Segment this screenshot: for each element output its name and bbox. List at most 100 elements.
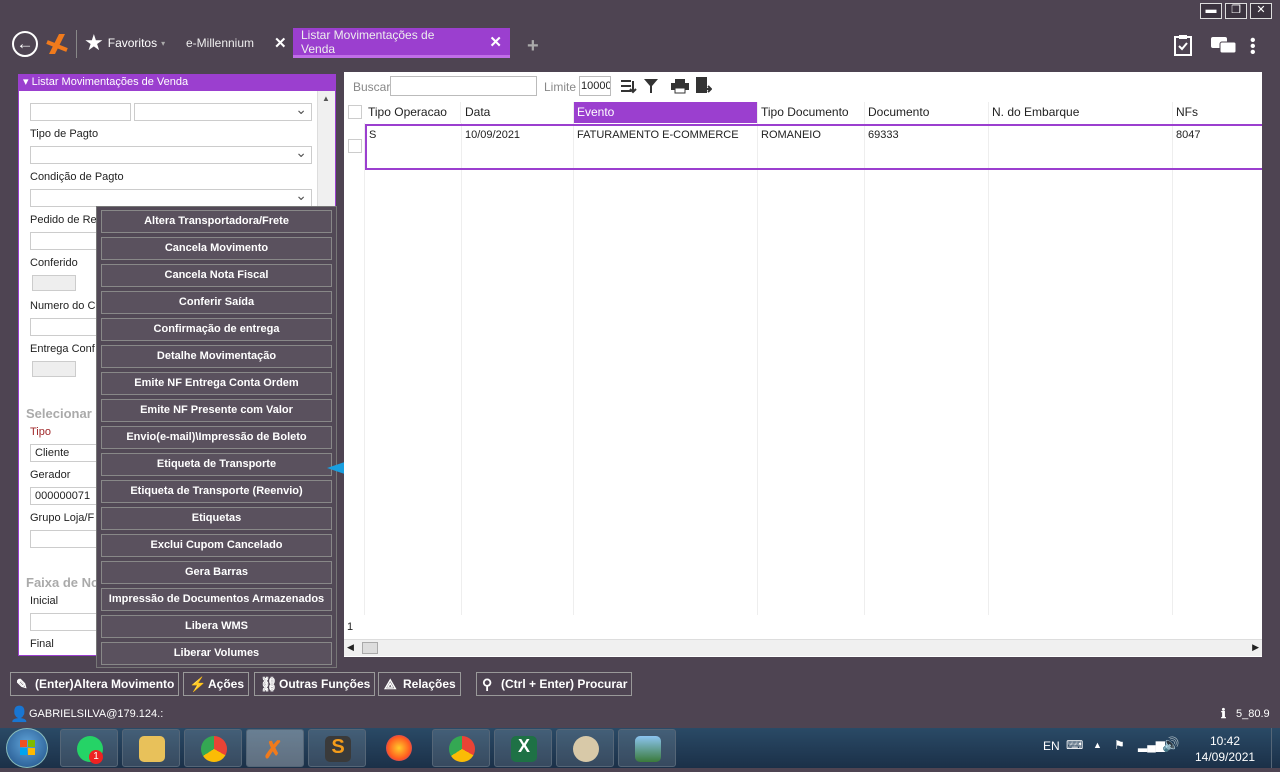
tipo-pagto-select[interactable]	[30, 144, 312, 164]
taskbar-firefox[interactable]	[370, 729, 428, 767]
scroll-left-icon[interactable]: ◀	[347, 642, 354, 653]
firefox-icon	[386, 735, 412, 761]
clipboard-check-icon[interactable]	[1173, 33, 1193, 62]
close-tab-icon[interactable]: ✕	[274, 34, 287, 52]
menu-item[interactable]: Cancela Movimento	[101, 237, 332, 260]
limit-label: Limite	[544, 80, 577, 94]
relations-icon: ⟁	[384, 676, 397, 692]
acoes-button[interactable]: ⚡ Ações	[183, 672, 250, 696]
taskbar-explorer[interactable]	[122, 729, 180, 767]
select-all-checkbox[interactable]	[348, 105, 362, 119]
taskbar-chrome[interactable]	[184, 729, 242, 767]
menu-item[interactable]: Libera WMS	[101, 615, 332, 638]
actions-menu: Altera Transportadora/Frete Cancela Movim…	[96, 206, 337, 668]
taskbar-photos[interactable]	[618, 729, 676, 767]
favorites-label: Favoritos	[107, 36, 158, 50]
menu-item[interactable]: Emite NF Presente com Valor	[101, 399, 332, 422]
search-icon: ⚲	[482, 676, 493, 692]
menu-item[interactable]: Confirmação de entrega	[101, 318, 332, 341]
taskbar-paint[interactable]	[556, 729, 614, 767]
sort-icon[interactable]	[621, 78, 637, 94]
col-evento[interactable]: Evento	[574, 102, 758, 123]
excel-icon: X	[511, 736, 537, 762]
menu-item[interactable]: Etiquetas	[101, 507, 332, 530]
add-tab-icon[interactable]: +	[527, 35, 539, 58]
col-n-embarque[interactable]: N. do Embarque	[989, 102, 1173, 123]
language-indicator[interactable]: EN	[1043, 739, 1060, 753]
scroll-up-icon[interactable]: ▲	[322, 94, 330, 103]
search-input[interactable]	[390, 76, 537, 96]
row-checkbox[interactable]	[348, 139, 362, 153]
menu-item[interactable]: Impressão de Documentos Armazenados	[101, 588, 332, 611]
more-icon[interactable]: • • •	[1250, 33, 1256, 61]
menu-item[interactable]: Cancela Nota Fiscal	[101, 264, 332, 287]
menu-item[interactable]: Emite NF Entrega Conta Ordem	[101, 372, 332, 395]
menu-item[interactable]: Gera Barras	[101, 561, 332, 584]
alter-movimento-button[interactable]: ✎ (Enter)Altera Movimento	[10, 672, 180, 696]
final-label: Final	[30, 638, 54, 650]
scroll-thumb[interactable]	[362, 642, 378, 654]
tab-listar-movimentacoes[interactable]: Listar Movimentações de Venda ✕	[293, 28, 510, 58]
divider	[1172, 123, 1173, 615]
col-documento[interactable]: Documento	[865, 102, 989, 123]
relacoes-button[interactable]: ⟁ Relações	[378, 672, 461, 696]
horizontal-scrollbar[interactable]: ◀ ▶	[344, 639, 1262, 656]
caixa-field[interactable]	[30, 103, 131, 121]
procurar-button[interactable]: ⚲ (Ctrl + Enter) Procurar	[476, 672, 633, 696]
scroll-right-icon[interactable]: ▶	[1252, 642, 1259, 653]
menu-item[interactable]: Exclui Cupom Cancelado	[101, 534, 332, 557]
taskbar-millennium[interactable]: ✗	[246, 729, 304, 767]
menu-item[interactable]: Liberar Volumes	[101, 642, 332, 665]
condicao-pagto-select[interactable]	[30, 187, 312, 207]
taskbar-chrome-profile[interactable]	[432, 729, 490, 767]
numero-label: Numero do C	[30, 300, 96, 312]
start-button[interactable]	[6, 728, 48, 768]
chat-icon[interactable]	[1210, 36, 1238, 61]
taskbar-excel[interactable]: X	[494, 729, 552, 767]
outras-funcoes-button[interactable]: ⛓ Outras Funções	[254, 672, 376, 696]
table-row[interactable]: S 10/09/2021 FATURAMENTO E-COMMERCE ROMA…	[365, 124, 1262, 170]
taskbar-whatsapp[interactable]: 1	[60, 729, 118, 767]
menu-item[interactable]: Etiqueta de Transporte (Reenvio)	[101, 480, 332, 503]
info-icon: ℹ	[1221, 706, 1226, 721]
menu-item[interactable]: Altera Transportadora/Frete	[101, 210, 332, 233]
tab-e-millennium[interactable]: e-Millennium ✕	[178, 28, 295, 58]
menu-item[interactable]: Envio(e-mail)\Impressão de Boleto	[101, 426, 332, 449]
close-tab-icon[interactable]: ✕	[489, 33, 502, 51]
millennium-logo	[46, 34, 68, 54]
favorites-menu[interactable]: ★ Favoritos ▾	[84, 32, 165, 54]
conferido-toggle[interactable]	[32, 275, 76, 291]
col-data[interactable]: Data	[462, 102, 574, 123]
caixa-select[interactable]	[134, 101, 312, 121]
col-tipo-documento[interactable]: Tipo Documento	[758, 102, 865, 123]
col-tipo-operacao[interactable]: Tipo Operacao	[365, 102, 461, 123]
action-center-icon[interactable]: ⚑	[1114, 738, 1125, 752]
tray-expand-icon[interactable]: ▲	[1093, 740, 1102, 750]
keyboard-icon[interactable]: ⌨	[1066, 738, 1083, 752]
row-count: 1	[347, 621, 354, 633]
pedido-label: Pedido de Re	[30, 214, 97, 226]
restore-button[interactable]: ❐	[1225, 3, 1247, 19]
limit-input[interactable]: 10000	[579, 76, 611, 96]
menu-item[interactable]: Detalhe Movimentação	[101, 345, 332, 368]
clock-time[interactable]: 10:42	[1210, 734, 1240, 748]
filter-icon[interactable]	[644, 78, 658, 94]
show-desktop-button[interactable]	[1271, 728, 1280, 768]
back-arrow-icon[interactable]: ←	[12, 31, 38, 57]
network-icon[interactable]: ▂▄▆	[1138, 738, 1165, 752]
volume-icon[interactable]: 🔊	[1162, 736, 1179, 753]
entrega-toggle[interactable]	[32, 361, 76, 377]
export-icon[interactable]	[696, 77, 712, 95]
menu-item[interactable]: Etiqueta de Transporte	[101, 453, 332, 476]
taskbar-sublime[interactable]: S	[308, 729, 366, 767]
filter-panel-title: Listar Movimentações de Venda	[31, 76, 189, 88]
triangle-down-icon: ▾	[23, 76, 29, 88]
minimize-button[interactable]: ▬	[1200, 3, 1222, 19]
menu-item[interactable]: Conferir Saída	[101, 291, 332, 314]
divider	[757, 123, 758, 615]
clock-date[interactable]: 14/09/2021	[1195, 750, 1255, 764]
col-nfs[interactable]: NFs	[1173, 102, 1262, 123]
print-icon[interactable]	[671, 78, 689, 94]
filter-panel-header[interactable]: ▾ Listar Movimentações de Venda	[19, 75, 335, 91]
close-button[interactable]: ✕	[1250, 3, 1272, 19]
